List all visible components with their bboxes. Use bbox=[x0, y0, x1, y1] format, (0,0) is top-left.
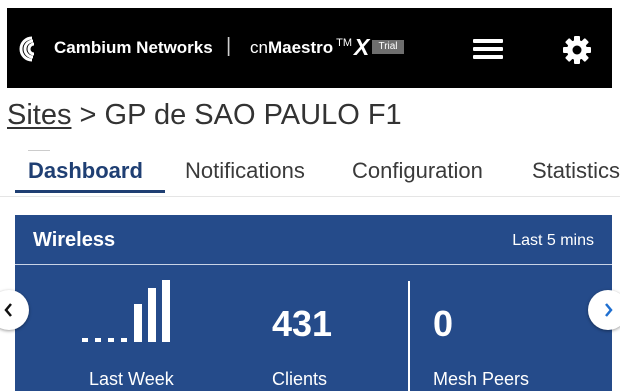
weekly-trend-bars-icon bbox=[82, 280, 170, 342]
header-separator: | bbox=[226, 35, 232, 57]
hamburger-line bbox=[473, 39, 503, 43]
tab-notifications[interactable]: Notifications bbox=[185, 158, 305, 184]
mesh-peers-count: 0 bbox=[433, 303, 454, 344]
card-header-divider bbox=[15, 264, 612, 265]
hamburger-menu-button[interactable] bbox=[471, 36, 505, 62]
time-range-label[interactable]: Last 5 mins bbox=[512, 232, 594, 250]
trademark-mark: TM bbox=[336, 37, 353, 49]
product-prefix: cn bbox=[250, 38, 268, 57]
active-tab-indicator bbox=[15, 190, 165, 193]
hamburger-line bbox=[473, 55, 503, 59]
wireless-card-title: Wireless bbox=[33, 229, 116, 251]
trial-badge: Trial bbox=[372, 40, 404, 54]
clients-count: 431 bbox=[272, 303, 333, 344]
gear-icon[interactable] bbox=[561, 34, 593, 66]
breadcrumb-sites-link[interactable]: Sites bbox=[7, 99, 71, 131]
wireless-card: Wireless Last 5 mins Last Week 431 Clien… bbox=[15, 215, 612, 391]
tab-divider-line bbox=[28, 150, 50, 151]
product-main: Maestro bbox=[267, 38, 334, 57]
tab-statistics[interactable]: Statistics bbox=[532, 158, 620, 184]
chevron-right-icon bbox=[605, 303, 613, 317]
product-suffix: X bbox=[354, 34, 370, 60]
chevron-left-icon bbox=[4, 303, 12, 317]
tab-dashboard[interactable]: Dashboard bbox=[28, 158, 143, 184]
product-name: cnMaestro TM bbox=[250, 37, 353, 58]
breadcrumb: Sites > GP de SAO PAULO F1 bbox=[7, 99, 402, 132]
breadcrumb-current: GP de SAO PAULO F1 bbox=[104, 99, 402, 131]
stat-divider bbox=[408, 281, 410, 391]
brand-name: Cambium Networks bbox=[54, 38, 213, 57]
tab-bar: Dashboard Notifications Configuration St… bbox=[0, 150, 620, 200]
clients-label: Clients bbox=[272, 369, 328, 389]
breadcrumb-separator: > bbox=[71, 99, 105, 131]
top-bar: Cambium Networks | cnMaestro TM X Trial bbox=[7, 8, 612, 88]
carousel-next-button[interactable] bbox=[588, 290, 620, 330]
mesh-peers-label: Mesh Peers bbox=[433, 369, 530, 389]
last-week-label: Last Week bbox=[89, 369, 174, 389]
tab-configuration[interactable]: Configuration bbox=[352, 158, 483, 184]
hamburger-line bbox=[473, 47, 503, 51]
tab-bar-border bbox=[0, 196, 620, 197]
cambium-logo-icon bbox=[19, 36, 35, 62]
